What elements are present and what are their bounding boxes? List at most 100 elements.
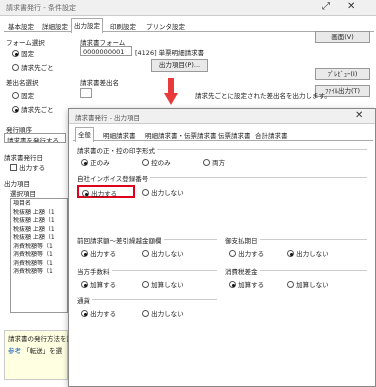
invoice-number-group: 自社インボイス登録番号 — [77, 173, 367, 183]
dialog-tab-slip-invoice[interactable]: 伝票請求書 — [216, 129, 253, 141]
form-select-per-client[interactable]: 請求先ごと — [12, 62, 54, 72]
list-item[interactable]: 消費税額等（1 — [13, 268, 65, 277]
invoice-form-code[interactable]: 0000000001 — [80, 46, 132, 56]
arrow-down-icon — [164, 78, 178, 105]
tab-detail[interactable]: 詳細設定 — [40, 20, 70, 32]
output-items-label: 出力項目 — [4, 180, 30, 188]
list-item[interactable]: 税抜額 上額（1 — [13, 234, 65, 243]
sender-name-note: 請求先ごとに設定された差出名を出力します。 — [195, 92, 331, 100]
handling-fee-add[interactable]: 加算する — [81, 279, 116, 289]
radio-icon — [81, 159, 88, 166]
tab-output[interactable]: 出力設定 — [71, 18, 103, 33]
tab-basic[interactable]: 基本設定 — [6, 20, 36, 32]
radio-icon — [142, 281, 149, 288]
help-text: 請求書の発行方法を設 — [8, 335, 73, 343]
print-format-both[interactable]: 両方 — [203, 157, 225, 167]
tab-print[interactable]: 印刷設定 — [108, 20, 138, 32]
radio-icon — [12, 50, 19, 57]
minimize-icon[interactable]: ⤢ — [322, 1, 330, 12]
dialog-tabs: 全般 明細請求書 明細請求書・伝票請求書 伝票請求書 合計請求書 — [73, 127, 373, 142]
tab-printer[interactable]: プリンタ設定 — [144, 20, 187, 32]
sender-name-label: 請求書差出名 — [80, 79, 119, 87]
invoice-form-name: [4126] 単票明細請求書 — [135, 49, 205, 57]
issue-order-select[interactable]: 請求書を発行する — [4, 133, 66, 143]
main-titlebar: 請求書発行 - 条件設定 ⤢ ✕ — [0, 0, 376, 16]
notice-no-output[interactable]: 出力しない — [142, 308, 184, 318]
sender-select-per-client[interactable]: 請求先ごと — [12, 104, 54, 114]
radio-icon — [287, 250, 294, 257]
radio-icon — [142, 250, 149, 257]
payment-date-no-output[interactable]: 出力しない — [287, 248, 329, 258]
list-header: 項目名 — [13, 200, 32, 207]
list-item[interactable]: 税抜額 上額（1 — [13, 209, 65, 218]
checkbox-icon — [10, 164, 17, 171]
invoice-number-no-output[interactable]: 出力しない — [142, 187, 184, 197]
list-item[interactable]: 消費税額等（1 — [13, 243, 65, 252]
handling-fee-group: 当方手数料 — [77, 266, 217, 276]
main-tabs: 基本設定 詳細設定 出力設定 印刷設定 プリンタ設定 — [4, 18, 374, 33]
close-icon[interactable]: ✕ — [347, 1, 355, 12]
notice-label: 通貨 — [77, 295, 92, 305]
consumption-tax-no-add[interactable]: 加算しない — [287, 279, 329, 289]
main-title: 請求書発行 - 条件設定 — [6, 4, 76, 12]
radio-icon — [81, 310, 88, 317]
dialog-tab-general[interactable]: 全般 — [75, 127, 94, 142]
preview-button[interactable]: ﾌﾟﾚﾋﾞｭｰ(I) — [315, 68, 370, 80]
dialog-titlebar: 請求書発行 - 出力項目 ✕ — [69, 109, 375, 124]
invoice-list-label: 請求書発行日 — [4, 154, 43, 162]
print-format-label: 請求書の正・控の印字形式 — [77, 145, 157, 155]
dialog-title: 請求書発行 - 出力項目 — [75, 114, 140, 122]
handling-fee-label: 当方手数料 — [77, 266, 112, 276]
prev-balance-label: 前回請求額～差引繰越金額欄 — [77, 235, 164, 245]
prev-balance-no-output[interactable]: 出力しない — [142, 248, 184, 258]
screen-button[interactable]: 画面(V) — [315, 31, 370, 43]
radio-icon — [142, 189, 149, 196]
print-format-group: 請求書の正・控の印字形式 — [77, 145, 367, 155]
prev-balance-output[interactable]: 出力する — [81, 248, 116, 258]
list-item[interactable]: 消費税額等（1 — [13, 251, 65, 260]
radio-icon — [203, 159, 210, 166]
dialog-tab-detail-slip[interactable]: 明細請求書・伝票請求書 — [143, 129, 219, 141]
radio-icon — [81, 281, 88, 288]
select-items-label: 選択項目 — [10, 190, 36, 198]
invoice-list-checkbox[interactable]: 出力する — [10, 162, 45, 172]
help-panel: 請求書の発行方法を設 参考 「転送」を選 — [4, 330, 73, 380]
notice-group: 通貨 — [77, 295, 217, 305]
form-select-label: フォーム選択 — [6, 39, 45, 47]
sender-name-field[interactable] — [80, 88, 92, 98]
sender-select-label: 差出名選択 — [6, 79, 39, 87]
payment-date-output[interactable]: 出力する — [229, 248, 264, 258]
invoice-number-label: 自社インボイス登録番号 — [77, 173, 151, 183]
consumption-tax-add[interactable]: 加算する — [229, 279, 264, 289]
list-item[interactable]: 税抜額 上額（1 — [13, 226, 65, 235]
list-item[interactable]: 税抜額 上額（1 — [13, 217, 65, 226]
radio-icon — [229, 281, 236, 288]
radio-icon — [81, 250, 88, 257]
sender-select-fixed[interactable]: 固定 — [12, 90, 34, 100]
radio-icon — [142, 310, 149, 317]
form-select-fixed[interactable]: 固定 — [12, 48, 34, 58]
invoice-number-output[interactable]: 出力する — [77, 185, 135, 198]
payment-date-label: 御支払期日 — [225, 235, 260, 245]
radio-icon — [12, 64, 19, 71]
radio-icon — [82, 190, 89, 197]
print-format-original[interactable]: 正のみ — [81, 157, 110, 167]
dialog-tab-detail-invoice[interactable]: 明細請求書 — [101, 129, 138, 141]
handling-fee-no-add[interactable]: 加算しない — [142, 279, 184, 289]
output-items-button[interactable]: 出力項目(P)... — [151, 59, 208, 72]
radio-icon — [229, 250, 236, 257]
output-items-list[interactable]: 項目名 税抜額 上額（1 税抜額 上額（1 税抜額 上額（1 税抜額 上額（1 … — [10, 198, 68, 313]
help-note: 参考 「転送」を選 — [8, 347, 63, 355]
consumption-tax-group: 消費税差金 — [225, 266, 367, 276]
prev-balance-group: 前回請求額～差引繰越金額欄 — [77, 235, 217, 245]
dialog-tab-total-invoice[interactable]: 合計請求書 — [253, 129, 290, 141]
radio-icon — [12, 92, 19, 99]
output-items-dialog: 請求書発行 - 出力項目 ✕ 全般 明細請求書 明細請求書・伝票請求書 伝票請求… — [68, 108, 376, 387]
radio-icon — [287, 281, 294, 288]
notice-output[interactable]: 出力する — [81, 308, 116, 318]
list-item[interactable]: 消費税額等（1 — [13, 260, 65, 269]
dialog-close-icon[interactable]: ✕ — [355, 110, 363, 121]
print-format-copy[interactable]: 控のみ — [142, 157, 171, 167]
payment-date-group: 御支払期日 — [225, 235, 367, 245]
radio-icon — [12, 106, 19, 113]
